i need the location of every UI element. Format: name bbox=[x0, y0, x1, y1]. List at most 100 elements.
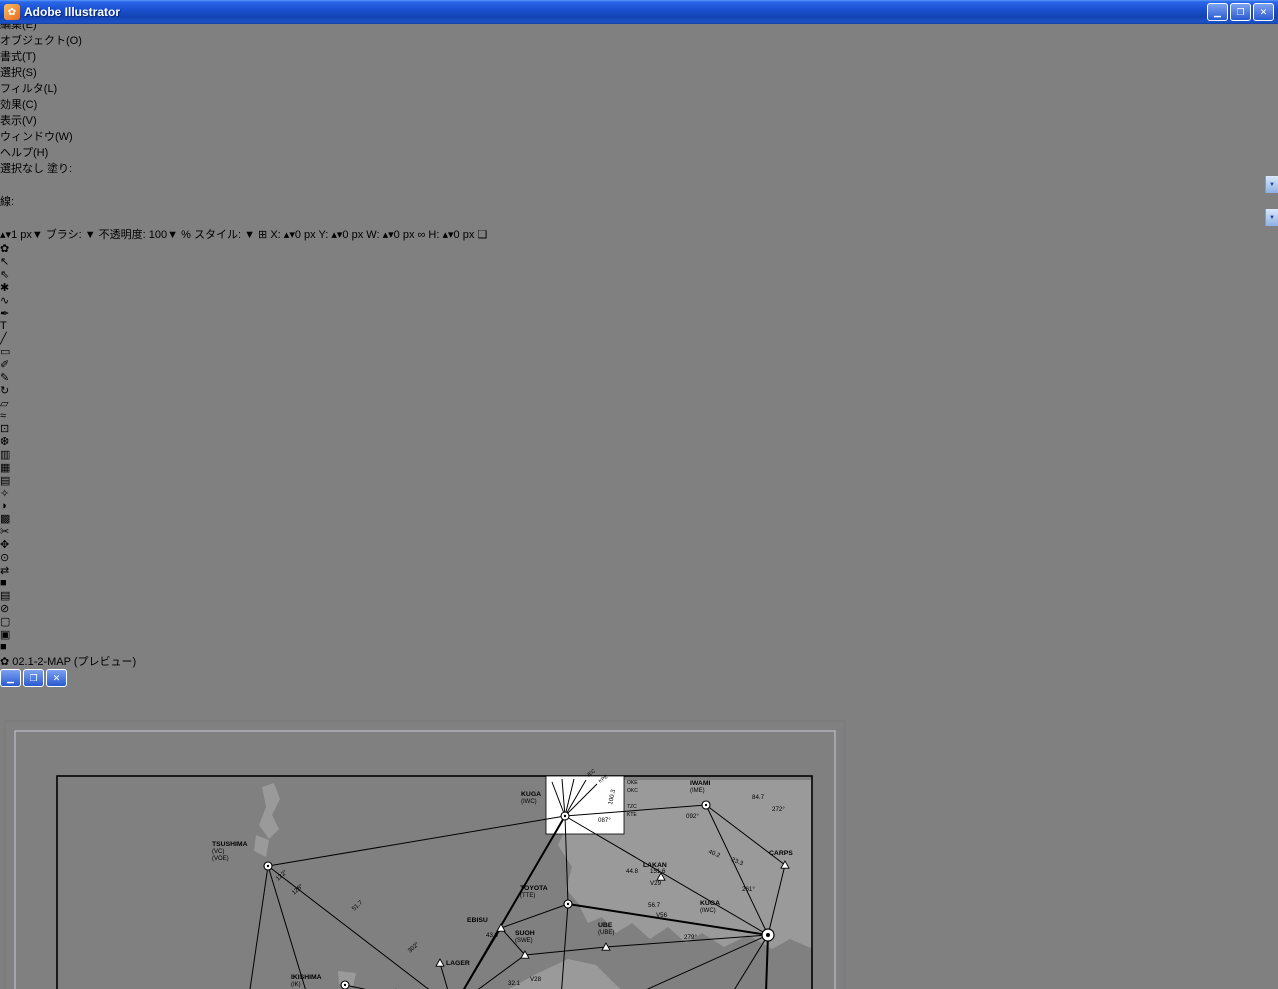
doc-close-button[interactable]: ✕ bbox=[46, 669, 67, 687]
rectangle-tool[interactable]: ▭ bbox=[0, 345, 1278, 358]
opacity-label[interactable]: 不透明度: bbox=[99, 229, 146, 241]
menu-ヘルプ(H)[interactable]: ヘルプ(H) bbox=[0, 144, 1278, 160]
adobe-illustrator-window: ✿ Adobe Illustrator ▁ ❐ ✕ ファイル(F)編集(E)オブ… bbox=[0, 0, 1278, 989]
doc-minimize-button[interactable]: ▁ bbox=[0, 669, 21, 687]
scissors-tool[interactable]: ✂ bbox=[0, 525, 1278, 538]
waypoint-label-tsushima: TSUSHIMA bbox=[212, 841, 248, 848]
type-tool[interactable]: T bbox=[0, 320, 1278, 332]
line-segment-tool[interactable]: ╱ bbox=[0, 332, 1278, 345]
slice-tool[interactable]: ▩ bbox=[0, 512, 1278, 525]
y-field[interactable]: ▴▾0 px bbox=[331, 229, 363, 241]
waypoint-label-kuga2: KUGA bbox=[700, 900, 720, 907]
brush-combo[interactable]: ▼ bbox=[85, 229, 96, 241]
x-field[interactable]: ▴▾0 px bbox=[284, 229, 316, 241]
airway-label-4: 272° bbox=[772, 806, 785, 813]
doc-restore-button[interactable]: ❐ bbox=[23, 669, 44, 687]
mesh-tool[interactable]: ▦ bbox=[0, 461, 1278, 474]
airway-label-0: 087° bbox=[598, 817, 611, 824]
style-label: スタイル: bbox=[194, 229, 241, 241]
airway-label-20: V28 bbox=[530, 976, 542, 983]
airway-label-8: 151.6 bbox=[650, 868, 666, 875]
blend-tool[interactable]: ◑ bbox=[0, 500, 1278, 512]
aeronautical-chart: KUGA(IWC)IWAMI(IME)TSUSHIMA(VC)(VOE)TOYO… bbox=[0, 687, 859, 989]
menu-書式(T)[interactable]: 書式(T) bbox=[0, 48, 1278, 64]
airway-fukuoka-kuga bbox=[453, 816, 565, 989]
lasso-tool[interactable]: ∿ bbox=[0, 294, 1278, 307]
full-screen-menu-button[interactable]: ▣ bbox=[0, 628, 1278, 641]
swap-fill-stroke-icon[interactable]: ⇄ bbox=[0, 565, 9, 577]
opacity-combo[interactable]: 100▼ bbox=[149, 229, 178, 241]
pencil-tool[interactable]: ✎ bbox=[0, 371, 1278, 384]
eyedropper-tool[interactable]: ✧ bbox=[0, 487, 1278, 500]
menu-効果(C)[interactable]: 効果(C) bbox=[0, 96, 1278, 112]
waypoint-label-toyota: (TTE) bbox=[520, 893, 535, 899]
airway-tsushima-kamigoto bbox=[228, 866, 268, 989]
palette-dock-button[interactable]: ❏ bbox=[477, 229, 487, 241]
fill-stroke-widget: ⇄ bbox=[0, 564, 1278, 577]
app-title: Adobe Illustrator bbox=[24, 5, 120, 19]
fill-swatch[interactable]: ▼ bbox=[0, 176, 1278, 193]
symbol-sprayer-tool[interactable]: ❆ bbox=[0, 435, 1278, 448]
full-screen-button[interactable]: ■ bbox=[0, 641, 1278, 653]
airway-label-60: KTE bbox=[627, 812, 637, 818]
style-combo[interactable]: ▼ bbox=[244, 229, 255, 241]
stroke-swatch[interactable]: ▼ bbox=[0, 209, 1278, 226]
document-icon: ✿ bbox=[0, 656, 9, 668]
warp-tool[interactable]: ≈ bbox=[0, 410, 1278, 422]
graph-tool[interactable]: ▥ bbox=[0, 448, 1278, 461]
gradient-tool[interactable]: ▤ bbox=[0, 474, 1278, 487]
airway-label-9: V29 bbox=[650, 880, 662, 887]
airway-label-19: 32.1 bbox=[508, 980, 521, 987]
airway-tsushima-fukuoka bbox=[268, 866, 453, 989]
hand-tool[interactable]: ✥ bbox=[0, 538, 1278, 551]
venus-flower-icon: ✿ bbox=[0, 243, 9, 255]
canvas[interactable]: KUGA(IWC)IWAMI(IME)TSUSHIMA(VC)(VOE)TOYO… bbox=[0, 687, 1278, 989]
scale-tool[interactable]: ▱ bbox=[0, 397, 1278, 410]
stroke-width-combo[interactable]: ▴▾1 px▼ bbox=[0, 229, 43, 241]
waypoint-label-lager: LAGER bbox=[446, 960, 470, 967]
options-bar: 選択なし 塗り: ▼ 線: ▼ ▴▾1 px▼ ブラシ: ▼ 不透明度: 100… bbox=[0, 160, 1278, 242]
selection-status: 選択なし bbox=[0, 163, 44, 175]
selection-tool[interactable]: ↖ bbox=[0, 255, 1278, 268]
color-button[interactable]: ■ bbox=[0, 577, 1278, 589]
document-titlebar[interactable]: ✿ 02.1-2-MAP (プレビュー) ▁ ❐ ✕ bbox=[0, 653, 1278, 687]
landmass-tsushima-south bbox=[254, 835, 269, 857]
waypoint-label-iwami: IWAMI bbox=[690, 780, 710, 787]
menubar: ファイル(F)編集(E)オブジェクト(O)書式(T)選択(S)フィルタ(L)効果… bbox=[0, 0, 1278, 160]
direct-selection-tool[interactable]: ⇖ bbox=[0, 268, 1278, 281]
rotate-tool[interactable]: ↻ bbox=[0, 384, 1278, 397]
stroke-label[interactable]: 線: bbox=[0, 196, 14, 208]
waypoint-label-ebisu: EBISU bbox=[467, 917, 488, 924]
waypoint-label-tsushima: (VOE) bbox=[212, 856, 229, 862]
restore-button[interactable]: ❐ bbox=[1230, 3, 1251, 21]
transform-palette-button[interactable]: ⊞ bbox=[258, 229, 267, 241]
waypoint-label-ube: (UBE) bbox=[598, 930, 614, 936]
none-button[interactable]: ⊘ bbox=[0, 602, 1278, 615]
menu-オブジェクト(O)[interactable]: オブジェクト(O) bbox=[0, 32, 1278, 48]
pen-tool[interactable]: ✒ bbox=[0, 307, 1278, 320]
menu-表示(V)[interactable]: 表示(V) bbox=[0, 112, 1278, 128]
link-dimensions-icon[interactable]: ∞ bbox=[418, 229, 426, 241]
standard-screen-button[interactable]: ▢ bbox=[0, 615, 1278, 628]
airway-yanai-right_hub bbox=[619, 935, 768, 989]
airway-label-11: 56.7 bbox=[648, 902, 661, 909]
gradient-button[interactable]: ▤ bbox=[0, 589, 1278, 602]
airway-tsushima-kuga bbox=[268, 816, 565, 866]
airway-label-1: 092° bbox=[686, 813, 699, 820]
paintbrush-tool[interactable]: ✐ bbox=[0, 358, 1278, 371]
waypoint-label-toyota: TOYOTA bbox=[520, 885, 548, 892]
menu-ウィンドウ(W)[interactable]: ウィンドウ(W) bbox=[0, 128, 1278, 144]
document-title: 02.1-2-MAP (プレビュー) bbox=[12, 656, 136, 668]
magic-wand-tool[interactable]: ✱ bbox=[0, 281, 1278, 294]
app-icon: ✿ bbox=[4, 4, 20, 20]
airway-tsushima-hub_w bbox=[268, 866, 360, 989]
free-transform-tool[interactable]: ⊡ bbox=[0, 422, 1278, 435]
menu-選択(S)[interactable]: 選択(S) bbox=[0, 64, 1278, 80]
h-field[interactable]: ▴▾0 px bbox=[442, 229, 474, 241]
menu-フィルタ(L)[interactable]: フィルタ(L) bbox=[0, 80, 1278, 96]
zoom-tool[interactable]: ⊙ bbox=[0, 551, 1278, 564]
close-button[interactable]: ✕ bbox=[1253, 3, 1274, 21]
airway-label-58: OKC bbox=[627, 788, 638, 794]
minimize-button[interactable]: ▁ bbox=[1207, 3, 1228, 21]
w-field[interactable]: ▴▾0 px bbox=[383, 229, 415, 241]
